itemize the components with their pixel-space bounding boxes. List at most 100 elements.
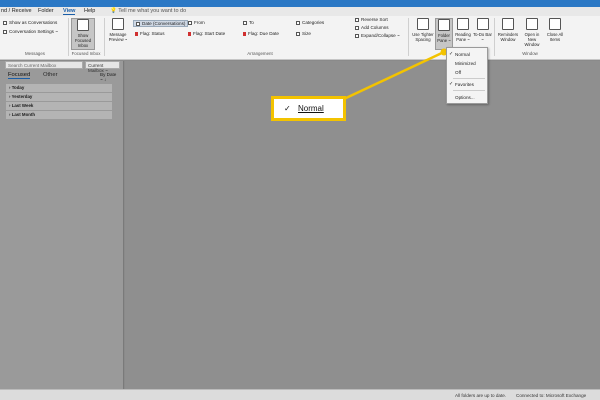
- add-columns-button[interactable]: Add Columns: [355, 25, 389, 30]
- menu-divider: [453, 78, 485, 79]
- arrange-flag-due-button[interactable]: Flag: Due Date: [243, 31, 279, 36]
- calendar-icon: [136, 21, 140, 26]
- reverse-sort-label: Reverse Sort: [361, 17, 388, 22]
- menu-item-label: Options...: [455, 95, 475, 100]
- open-new-window-button[interactable]: Open in New Window: [520, 18, 544, 47]
- check-icon: ✓: [284, 104, 291, 113]
- settings-icon: [3, 29, 7, 34]
- search-scope-dropdown[interactable]: Current Mailbox ~: [85, 61, 120, 73]
- categories-icon: [296, 20, 300, 25]
- close-all-items-label: Close All Items: [546, 32, 564, 42]
- add-columns-label: Add Columns: [361, 25, 389, 30]
- arrange-categories-button[interactable]: Categories: [296, 20, 324, 25]
- arrange-flag-status-button[interactable]: Flag: Status: [135, 31, 165, 36]
- group-header-today[interactable]: › Today: [6, 84, 112, 92]
- group-header-last-week[interactable]: › Last Week: [6, 102, 112, 110]
- group-header-label: Last Month: [11, 112, 36, 117]
- ribbon-divider: [104, 18, 105, 56]
- arrange-from-button[interactable]: From: [188, 20, 205, 25]
- arrange-date-label: Date (Conversations): [142, 21, 186, 26]
- callout-label: Normal: [298, 104, 324, 113]
- reminders-window-label: Reminders Window: [497, 32, 519, 42]
- group-label-focused-inbox: Focused Inbox: [71, 51, 101, 56]
- check-icon: ✓: [449, 51, 454, 57]
- todo-bar-label: To-Do Bar ~: [473, 32, 492, 42]
- checkbox-icon: [3, 20, 7, 25]
- size-icon: [296, 31, 300, 36]
- status-bar: All folders are up to date. Connected to…: [0, 389, 600, 400]
- ribbon: Show as Conversations Conversation Setti…: [0, 16, 600, 60]
- folder-pane-menu: ✓ Normal Minimized Off ✓ Favorites Options…: [446, 47, 488, 104]
- menu-item-favorites[interactable]: ✓ Favorites: [447, 80, 487, 89]
- ribbon-divider: [408, 18, 409, 56]
- sort-by-date-button[interactable]: By Date ~ ↓: [100, 72, 118, 82]
- folder-pane-label: Folder Pane ~: [437, 33, 451, 43]
- reading-pane-button[interactable]: Reading Pane ~: [453, 18, 473, 42]
- show-focused-inbox-button[interactable]: Show Focused Inbox: [71, 18, 95, 50]
- focused-inbox-icon: [77, 19, 89, 31]
- arrange-flag-start-button[interactable]: Flag: Start Date: [188, 31, 225, 36]
- status-sync-text: All folders are up to date.: [455, 393, 507, 398]
- expand-collapse-button[interactable]: Expand/Collapse ~: [355, 33, 400, 38]
- show-as-conversations-checkbox[interactable]: Show as Conversations: [3, 20, 57, 25]
- menu-item-label: Normal: [455, 52, 470, 57]
- reading-pane-label: Reading Pane ~: [455, 32, 471, 42]
- search-input[interactable]: Search Current Mailbox: [5, 61, 83, 69]
- group-label-messages: Messages: [24, 51, 45, 56]
- arrange-flag-status-label: Flag: Status: [140, 31, 165, 36]
- arrange-to-label: To: [249, 20, 254, 25]
- group-header-label: Yesterday: [11, 94, 33, 99]
- ribbon-tabs: nd / Receive Folder View Help 💡 Tell me …: [0, 7, 600, 16]
- tell-me-box[interactable]: 💡 Tell me what you want to do: [110, 8, 186, 14]
- arrange-to-button[interactable]: To: [243, 20, 254, 25]
- group-header-label: Last Week: [11, 103, 34, 108]
- arrange-flag-due-label: Flag: Due Date: [248, 31, 279, 36]
- lightbulb-icon: 💡: [110, 8, 117, 14]
- reverse-sort-button[interactable]: Reverse Sort: [355, 17, 388, 22]
- person-icon: [188, 20, 192, 25]
- tell-me-text: Tell me what you want to do: [118, 8, 187, 14]
- message-preview-icon: [112, 18, 124, 30]
- tab-help[interactable]: Help: [84, 8, 95, 14]
- message-list-pane: Search Current Mailbox Current Mailbox ~…: [0, 61, 124, 389]
- tab-other[interactable]: Other: [43, 72, 58, 78]
- close-all-items-button[interactable]: Close All Items: [545, 18, 565, 42]
- conversation-settings-label: Conversation Settings ~: [9, 29, 58, 34]
- arrange-flag-start-label: Flag: Start Date: [193, 31, 226, 36]
- menu-item-label: Off: [455, 70, 462, 75]
- status-connection-text: Connected to: Microsoft Exchange: [516, 393, 587, 398]
- menu-item-options[interactable]: Options...: [447, 93, 487, 102]
- conversation-settings-button[interactable]: Conversation Settings ~: [3, 29, 58, 34]
- title-bar: [0, 0, 600, 7]
- open-new-window-label: Open in New Window: [524, 32, 540, 47]
- arrange-size-button[interactable]: Size: [296, 31, 311, 36]
- menu-item-label: Favorites: [455, 82, 474, 87]
- tab-focused[interactable]: Focused: [8, 72, 31, 79]
- folder-pane-button[interactable]: Folder Pane ~: [435, 18, 453, 50]
- flag-icon: [243, 31, 246, 36]
- check-icon: ✓: [449, 81, 454, 87]
- use-tighter-spacing-button[interactable]: Use Tighter Spacing: [411, 18, 435, 42]
- group-header-yesterday[interactable]: › Yesterday: [6, 93, 112, 101]
- tab-view[interactable]: View: [63, 8, 76, 15]
- show-as-conversations-label: Show as Conversations: [9, 20, 58, 25]
- show-focused-inbox-label: Show Focused Inbox: [74, 33, 92, 48]
- message-preview-button[interactable]: Message Preview ~: [106, 18, 130, 42]
- reminders-window-button[interactable]: Reminders Window: [496, 18, 520, 42]
- zoomed-callout: ✓ Normal: [271, 96, 346, 121]
- use-tighter-spacing-label: Use Tighter Spacing: [412, 32, 434, 42]
- flag-icon: [135, 31, 138, 36]
- group-label-arrangement: Arrangement: [247, 51, 273, 56]
- tab-folder[interactable]: Folder: [38, 8, 54, 14]
- arrange-date-button[interactable]: Date (Conversations): [133, 20, 189, 27]
- menu-item-normal[interactable]: ✓ Normal: [447, 50, 487, 59]
- expand-icon: [355, 33, 359, 38]
- tab-send-receive[interactable]: nd / Receive: [1, 8, 32, 14]
- menu-item-minimized[interactable]: Minimized: [447, 59, 487, 68]
- menu-item-off[interactable]: Off: [447, 68, 487, 77]
- group-header-label: Today: [11, 85, 25, 90]
- group-header-last-month[interactable]: › Last Month: [6, 111, 112, 119]
- new-window-icon: [526, 18, 538, 30]
- spacing-icon: [417, 18, 429, 30]
- todo-bar-button[interactable]: To-Do Bar ~: [473, 18, 492, 42]
